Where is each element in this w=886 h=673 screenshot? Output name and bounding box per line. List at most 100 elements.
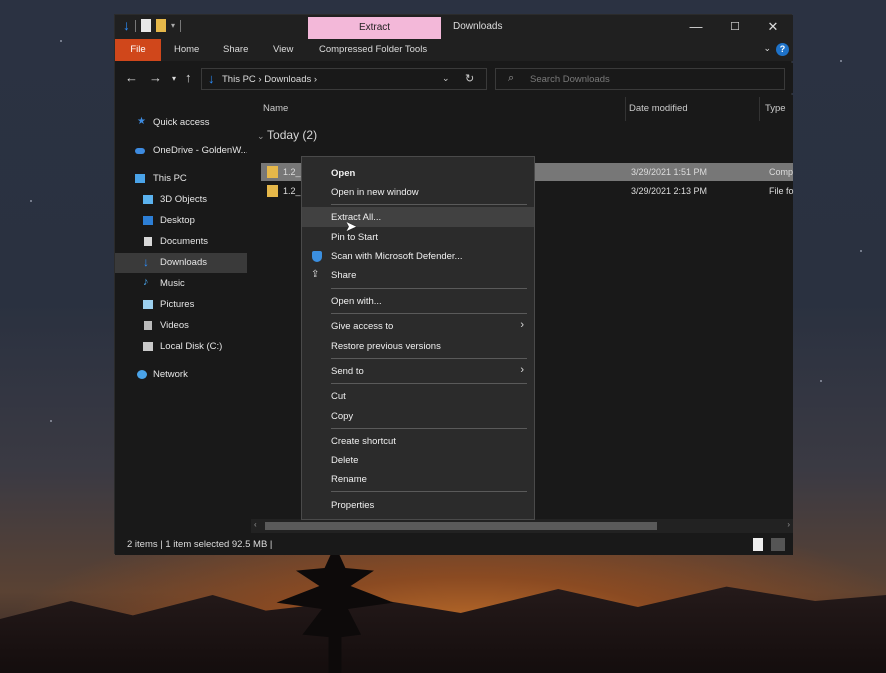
- sidebar-item-videos[interactable]: Videos: [115, 316, 247, 336]
- sidebar-item-downloads[interactable]: ↓ Downloads: [115, 253, 247, 273]
- menu-item-copy[interactable]: Copy: [302, 406, 534, 426]
- column-header-type[interactable]: Type: [765, 103, 786, 114]
- close-button[interactable]: ✕: [758, 17, 788, 37]
- file-type: Comp: [769, 167, 794, 177]
- ribbon-tabs: File Home Share View Compressed Folder T…: [115, 39, 793, 61]
- minimize-button[interactable]: —: [681, 17, 711, 37]
- menu-separator: [331, 383, 527, 384]
- window-title: Downloads: [453, 21, 503, 32]
- menu-separator: [331, 358, 527, 359]
- divider: [180, 19, 182, 32]
- sidebar-item-this-pc[interactable]: This PC: [115, 169, 247, 189]
- menu-item-delete[interactable]: Delete: [302, 450, 534, 470]
- address-field[interactable]: ↓ This PC › Downloads › ⌄ ↻: [201, 68, 487, 90]
- sidebar-item-desktop[interactable]: Desktop: [115, 211, 247, 231]
- scrollbar-thumb[interactable]: [265, 522, 657, 530]
- download-icon: ↓: [208, 71, 215, 86]
- properties-icon[interactable]: [141, 19, 151, 32]
- recent-locations-icon[interactable]: ▾: [172, 74, 176, 83]
- sidebar-item-pictures[interactable]: Pictures: [115, 295, 247, 315]
- navigation-pane: ★ Quick access OneDrive - GoldenW... Thi…: [115, 95, 247, 537]
- download-icon[interactable]: ↓: [123, 18, 130, 32]
- defender-shield-icon: [312, 251, 322, 262]
- mountain-silhouette: [0, 586, 886, 673]
- customize-toolbar-icon[interactable]: ▾: [171, 21, 175, 30]
- menu-item-open-with[interactable]: Open with...: [302, 291, 534, 311]
- menu-item-properties[interactable]: Properties: [302, 495, 534, 515]
- group-header-today[interactable]: ⌄ Today (2): [257, 128, 317, 142]
- tab-file[interactable]: File: [115, 39, 161, 61]
- tab-home[interactable]: Home: [174, 44, 199, 55]
- menu-item-send-to[interactable]: Send to ›: [302, 361, 534, 381]
- disk-icon: [143, 342, 153, 351]
- forward-arrow-icon[interactable]: →: [149, 70, 162, 85]
- music-icon: ♪: [143, 276, 149, 288]
- tab-share[interactable]: Share: [223, 44, 248, 55]
- menu-separator: [331, 288, 527, 289]
- up-arrow-icon[interactable]: ↑: [185, 70, 192, 85]
- menu-item-create-shortcut[interactable]: Create shortcut: [302, 431, 534, 451]
- sidebar-item-local-disk[interactable]: Local Disk (C:): [115, 337, 247, 357]
- horizontal-scrollbar[interactable]: ‹ ›: [251, 519, 793, 533]
- help-icon[interactable]: ?: [776, 43, 789, 56]
- title-bar: ↓ ▾ Extract Downloads — ☐ ✕: [115, 15, 793, 39]
- sidebar-item-quick-access[interactable]: ★ Quick access: [115, 113, 247, 133]
- sidebar-item-documents[interactable]: Documents: [115, 232, 247, 252]
- menu-item-pin-to-start[interactable]: Pin to Start: [302, 227, 534, 247]
- menu-item-give-access-to[interactable]: Give access to ›: [302, 316, 534, 336]
- expand-ribbon-icon[interactable]: ⌄: [763, 43, 771, 54]
- new-folder-icon[interactable]: [156, 19, 166, 32]
- sidebar-item-onedrive[interactable]: OneDrive - GoldenW...: [115, 141, 247, 161]
- status-bar: 2 items | 1 item selected 92.5 MB |: [115, 535, 793, 555]
- address-bar-row: ← → ▾ ↑ ↓ This PC › Downloads › ⌄ ↻ ⌕ Se…: [115, 63, 793, 93]
- pictures-icon: [143, 300, 153, 309]
- file-date: 3/29/2021 1:51 PM: [631, 167, 708, 177]
- network-icon: [137, 370, 147, 379]
- cube-icon: [143, 195, 153, 204]
- download-icon: ↓: [143, 255, 149, 269]
- back-arrow-icon[interactable]: ←: [125, 70, 138, 85]
- share-icon: ⇪: [311, 269, 320, 280]
- column-divider[interactable]: [625, 97, 626, 121]
- chevron-right-icon: ›: [520, 319, 524, 331]
- zip-folder-icon: [267, 166, 278, 178]
- large-icons-view-icon[interactable]: [771, 538, 785, 551]
- maximize-button[interactable]: ☐: [720, 17, 750, 37]
- file-date: 3/29/2021 2:13 PM: [631, 186, 708, 196]
- sidebar-item-music[interactable]: ♪ Music: [115, 274, 247, 294]
- tab-compressed-folder-tools[interactable]: Compressed Folder Tools: [319, 44, 427, 55]
- scroll-right-icon[interactable]: ›: [787, 520, 790, 529]
- divider: [135, 19, 136, 32]
- tab-extract[interactable]: Extract: [308, 17, 441, 39]
- tab-view[interactable]: View: [273, 44, 293, 55]
- context-menu: Open Open in new window Extract All... P…: [301, 156, 535, 520]
- menu-item-cut[interactable]: Cut: [302, 386, 534, 406]
- sidebar-item-3d-objects[interactable]: 3D Objects: [115, 190, 247, 210]
- documents-icon: [144, 237, 152, 246]
- menu-separator: [331, 491, 527, 492]
- column-header-name[interactable]: Name: [263, 103, 288, 114]
- breadcrumb[interactable]: This PC › Downloads ›: [222, 74, 317, 85]
- desktop-icon: [143, 216, 153, 225]
- menu-item-extract-all[interactable]: Extract All...: [302, 207, 534, 227]
- menu-item-scan-defender[interactable]: Scan with Microsoft Defender...: [302, 246, 534, 266]
- chevron-down-icon[interactable]: ⌄: [442, 73, 450, 84]
- search-placeholder: Search Downloads: [530, 74, 610, 85]
- column-divider[interactable]: [759, 97, 760, 121]
- scroll-left-icon[interactable]: ‹: [254, 520, 257, 529]
- search-icon: ⌕: [508, 72, 515, 84]
- menu-item-open[interactable]: Open: [302, 163, 534, 183]
- menu-separator: [331, 428, 527, 429]
- star-icon: ★: [137, 116, 146, 127]
- menu-item-rename[interactable]: Rename: [302, 469, 534, 489]
- sidebar-item-network[interactable]: Network: [115, 365, 247, 385]
- videos-icon: [144, 321, 152, 330]
- search-input[interactable]: ⌕ Search Downloads: [495, 68, 785, 90]
- column-header-date-modified[interactable]: Date modified: [629, 103, 688, 114]
- details-view-icon[interactable]: [753, 538, 763, 551]
- menu-item-open-in-new-window[interactable]: Open in new window: [302, 182, 534, 202]
- quick-access-toolbar: ↓ ▾: [123, 18, 182, 32]
- menu-item-restore-previous-versions[interactable]: Restore previous versions: [302, 336, 534, 356]
- refresh-icon[interactable]: ↻: [465, 72, 474, 85]
- menu-item-share[interactable]: ⇪ Share: [302, 265, 534, 285]
